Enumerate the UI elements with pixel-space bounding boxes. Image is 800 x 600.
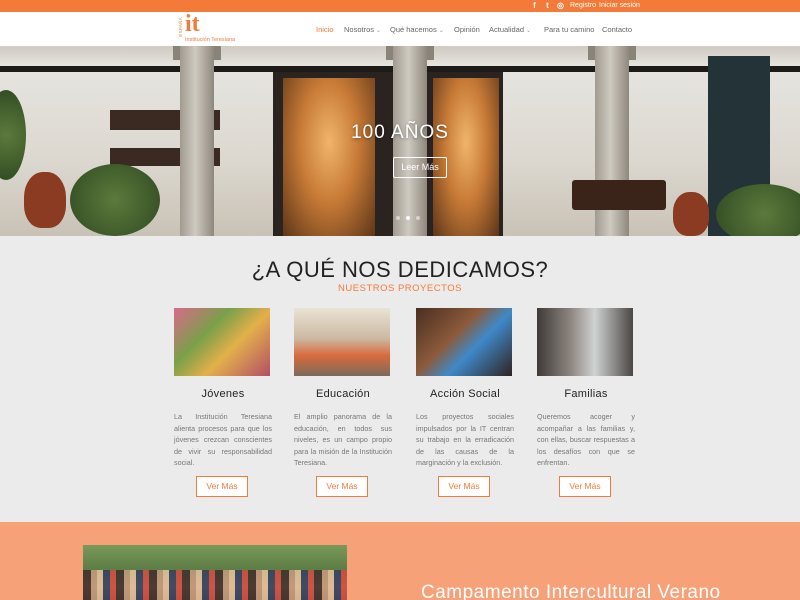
hero-pot (24, 172, 66, 228)
card-photo-educacion (294, 308, 390, 376)
iniciar-sesion-link[interactable]: Iniciar sesión (599, 1, 640, 11)
campamento-group (83, 570, 347, 600)
logo-institucion: Institución Teresiana (185, 37, 236, 43)
campamento-title: Campamento Intercultural Verano (421, 582, 721, 600)
logo[interactable]: ESPAÑA it Institución Teresiana (178, 11, 248, 45)
nav-nosotros-label: Nosotros (344, 25, 375, 34)
nav-que-hacemos-label: Qué hacemos (390, 25, 437, 34)
logo-espana: ESPAÑA (178, 17, 183, 37)
section-subtitle: NUESTROS PROYECTOS (338, 283, 462, 294)
twitter-icon[interactable]: t (544, 1, 551, 11)
campamento-section: Campamento Intercultural Verano (0, 522, 800, 600)
card-photo-jovenes (174, 308, 270, 376)
section-title: ¿A QUÉ NOS DEDICAMOS? (251, 257, 549, 282)
hero-plant (70, 164, 160, 236)
slider-dots (396, 216, 420, 220)
slider-dot[interactable] (396, 216, 400, 220)
social-links: f t ◎ (531, 1, 564, 11)
chevron-down-icon: ⌄ (376, 28, 382, 34)
card-familias: Familias Queremos acoger y acompañar a l… (537, 308, 635, 497)
hero-bench (572, 180, 666, 210)
card-photo-accion-social (416, 308, 512, 376)
leer-mas-button[interactable]: Leer Más (393, 157, 447, 178)
nav-opinion[interactable]: Opinión (454, 25, 480, 34)
card-title: Educación (315, 388, 371, 400)
ver-mas-button[interactable]: Ver Más (438, 476, 490, 497)
card-title: Jóvenes (201, 388, 245, 400)
hero-title: 100 AÑOS (351, 122, 449, 143)
nav-contacto[interactable]: Contacto (602, 25, 632, 34)
logo-it: it (185, 11, 200, 37)
nav-actualidad[interactable]: Actualidad ⌄ (489, 25, 531, 34)
card-text: El amplio panorama de la educación, en t… (294, 412, 392, 467)
card-accion-social: Acción Social Los proyectos sociales imp… (416, 308, 514, 497)
chevron-down-icon: ⌄ (526, 28, 532, 34)
card-text: Los proyectos sociales impulsados por la… (416, 412, 514, 467)
ver-mas-button[interactable]: Ver Más (196, 476, 248, 497)
card-title: Acción Social (430, 388, 500, 400)
chevron-down-icon: ⌄ (438, 28, 444, 34)
nav-inicio[interactable]: Inicio (316, 25, 334, 34)
ver-mas-button[interactable]: Ver Más (316, 476, 368, 497)
card-title: Familias (564, 388, 608, 400)
site-header: ESPAÑA it Institución Teresiana Inicio N… (0, 11, 800, 46)
slider-dot-active[interactable] (406, 216, 410, 220)
hero-slider[interactable]: 100 AÑOS Leer Más (0, 46, 800, 236)
top-bar: f t ◎ Registro Iniciar sesión (0, 0, 800, 12)
card-text: La Institución Teresiana alienta proceso… (174, 412, 272, 467)
nav-para-tu-camino[interactable]: Para tu camino (544, 25, 594, 34)
facebook-icon[interactable]: f (531, 1, 538, 11)
hero-pot (673, 192, 709, 236)
dedicamos-section: ¿A QUÉ NOS DEDICAMOS? NUESTROS PROYECTOS… (0, 236, 800, 522)
card-educacion: Educación El amplio panorama de la educa… (294, 308, 392, 497)
card-jovenes: Jóvenes La Institución Teresiana alienta… (174, 308, 272, 497)
card-photo-familias (537, 308, 633, 376)
slider-dot[interactable] (416, 216, 420, 220)
nav-actualidad-label: Actualidad (489, 25, 525, 34)
hero-lit-room (283, 78, 375, 236)
card-text: Queremos acoger y acompañar a las famili… (537, 412, 635, 467)
nav-nosotros[interactable]: Nosotros ⌄ (344, 25, 381, 34)
registro-link[interactable]: Registro (570, 1, 596, 11)
ver-mas-button[interactable]: Ver Más (559, 476, 611, 497)
nav-que-hacemos[interactable]: Qué hacemos ⌄ (390, 25, 444, 34)
rss-icon[interactable]: ◎ (557, 1, 564, 11)
